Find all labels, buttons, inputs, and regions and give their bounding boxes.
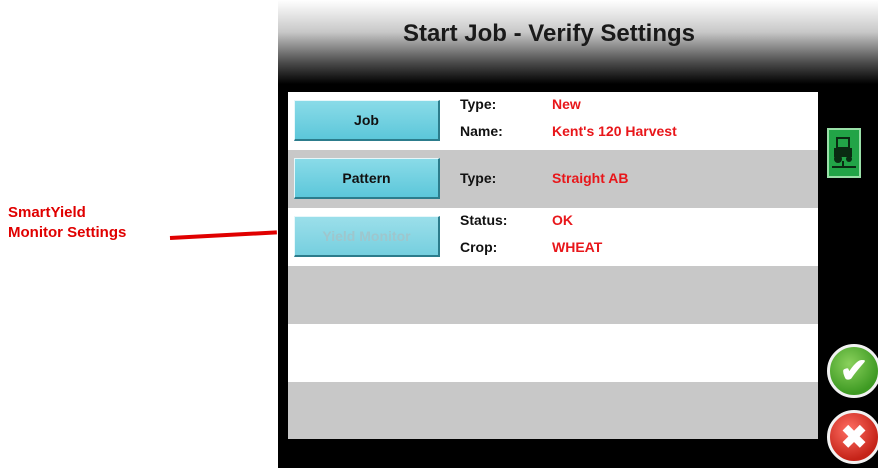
yield-status-value: OK [552, 212, 573, 228]
tractor-implement-icon[interactable] [827, 128, 861, 178]
pattern-row: Pattern Type: Straight AB [288, 150, 818, 208]
device-screen: Start Job - Verify Settings Job Type: Ne… [278, 0, 878, 468]
confirm-button[interactable]: ✔ [827, 344, 878, 398]
callout-pointer-line [169, 230, 277, 240]
job-row: Job Type: New Name: Kent's 120 Harvest [288, 92, 818, 150]
callout-line2: Monitor Settings [8, 224, 127, 241]
yield-monitor-button[interactable]: Yield Monitor [294, 216, 440, 257]
callout-label: SmartYield Monitor Settings [8, 203, 126, 243]
yield-monitor-row: Yield Monitor Status: OK Crop: WHEAT [288, 208, 818, 266]
pattern-button[interactable]: Pattern [294, 158, 440, 199]
empty-row [288, 382, 818, 439]
pattern-type-label: Type: [460, 170, 497, 186]
job-type-value: New [552, 96, 581, 112]
empty-row [288, 324, 818, 382]
job-name-value: Kent's 120 Harvest [552, 123, 677, 139]
title-bar: Start Job - Verify Settings [278, 0, 878, 84]
cancel-button[interactable]: ✖ [827, 410, 878, 464]
settings-list: Job Type: New Name: Kent's 120 Harvest P… [288, 92, 818, 439]
x-icon: ✖ [840, 419, 868, 455]
job-button[interactable]: Job [294, 100, 440, 141]
job-type-label: Type: [460, 96, 497, 112]
yield-status-label: Status: [460, 212, 508, 228]
page-title: Start Job - Verify Settings [402, 20, 696, 47]
callout-line1: SmartYield [8, 204, 86, 221]
tractor-implement-icon-graphic [832, 137, 856, 168]
pattern-type-value: Straight AB [552, 170, 629, 186]
yield-crop-label: Crop: [460, 239, 498, 255]
job-name-label: Name: [460, 123, 503, 139]
yield-crop-value: WHEAT [552, 239, 603, 255]
empty-row [288, 266, 818, 324]
checkmark-icon: ✔ [839, 352, 869, 390]
